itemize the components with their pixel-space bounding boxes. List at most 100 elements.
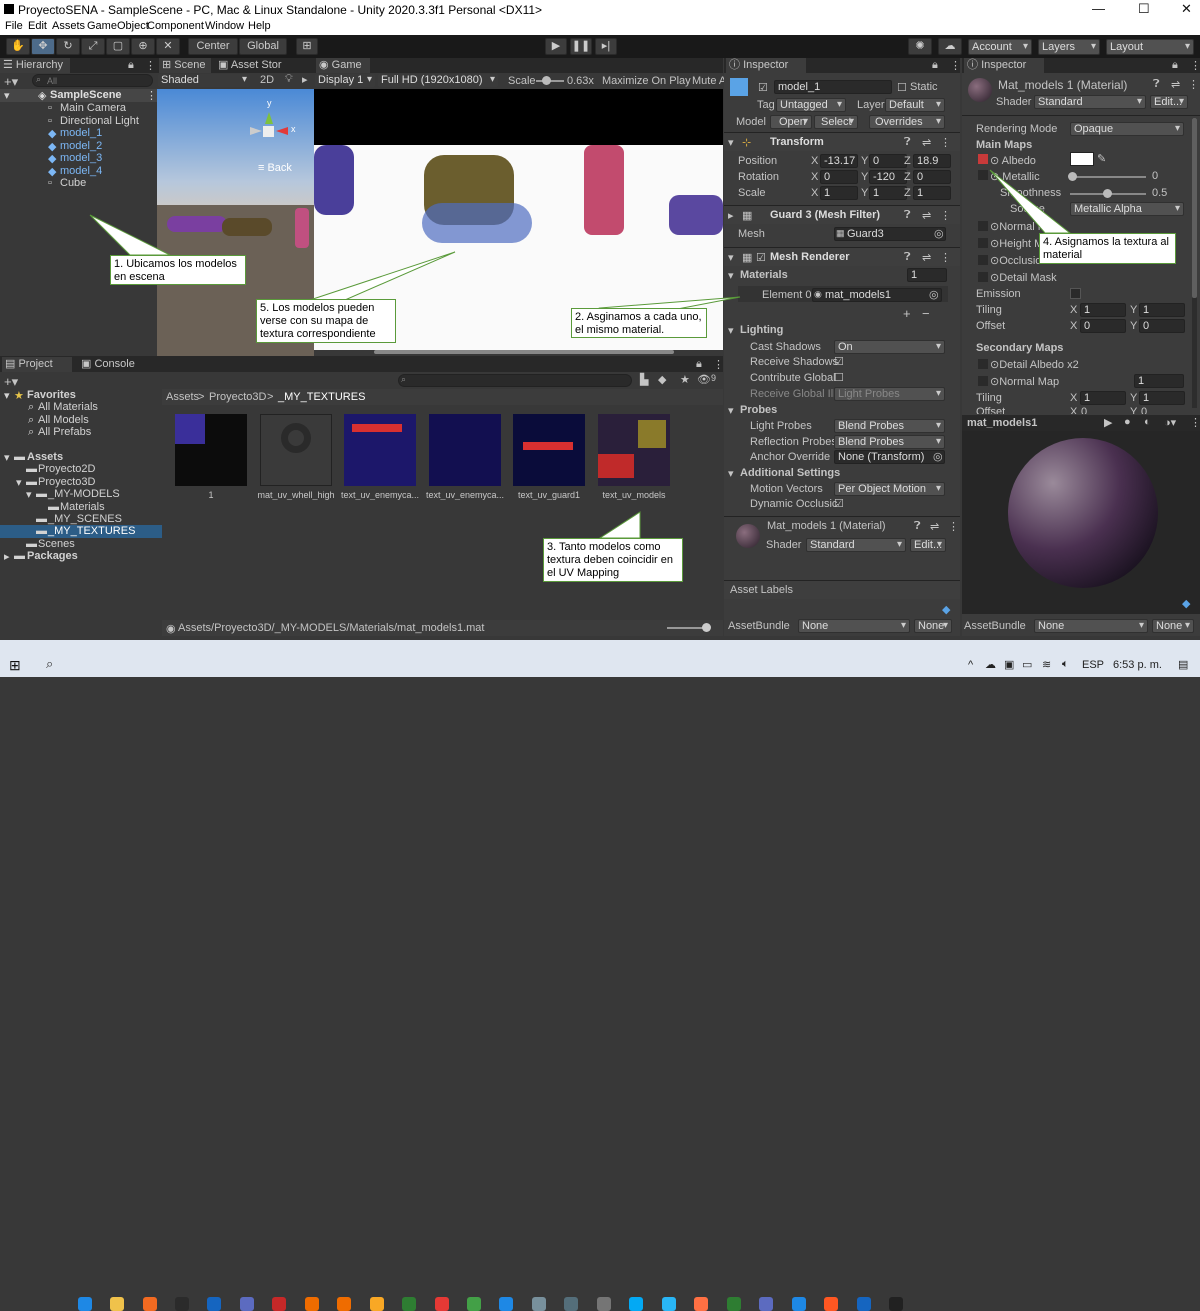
menu-component[interactable]: Component	[147, 20, 204, 32]
expand-arrow-icon[interactable]: ▾	[4, 451, 10, 464]
clock[interactable]: 6:53 p. m.	[1113, 659, 1162, 671]
asset-bundle-dropdown[interactable]: None	[798, 619, 910, 633]
asset-label[interactable]: 1	[169, 490, 253, 500]
hierarchy-item-model-2[interactable]: model_2	[60, 140, 102, 152]
rendering-mode-dropdown[interactable]: Opaque	[1070, 122, 1184, 136]
tiling-2-x-field[interactable]: 1	[1080, 391, 1126, 405]
filezilla-icon[interactable]	[272, 1297, 286, 1311]
lock-icon[interactable]: 🔒︎	[1172, 59, 1178, 72]
tree-favorites[interactable]: Favorites	[27, 389, 76, 401]
receive-shadows-checkbox[interactable]: ☑	[834, 355, 844, 368]
hand-tool-icon[interactable]: ✋	[6, 38, 30, 55]
dynamic-occlusion-checkbox[interactable]: ☑	[834, 497, 844, 510]
mesh-renderer-header[interactable]: ▾ ▦ ☑ Mesh Renderer ❓︎ ⇌ ⋮	[724, 247, 960, 266]
select-model-button[interactable]: Select	[814, 115, 858, 129]
asset-label[interactable]: text_uv_enemyca...	[423, 490, 507, 500]
tree-my-scenes[interactable]: _MY_SCENES	[48, 513, 122, 525]
breadcrumb-my-textures[interactable]: _MY_TEXTURES	[278, 391, 365, 403]
expand-arrow-icon[interactable]: ▾	[4, 89, 10, 102]
scale-slider-handle[interactable]	[542, 76, 551, 85]
detail-mask-slot[interactable]	[978, 272, 988, 282]
tree-my-models[interactable]: _MY-MODELS	[48, 488, 120, 500]
tree-fav-all-models[interactable]: All Models	[38, 414, 89, 426]
transform-header[interactable]: ▾ ⊹ Transform ❓︎ ⇌ ⋮	[724, 132, 960, 151]
asset-thumbnail[interactable]	[513, 414, 585, 486]
asset-thumbnail[interactable]	[344, 414, 416, 486]
layer-dropdown[interactable]: Default	[885, 98, 945, 112]
favorite-star-icon[interactable]: ★	[680, 373, 690, 386]
scale-x-field[interactable]: 1	[820, 186, 858, 200]
smoothness-slider-handle[interactable]	[1103, 189, 1112, 198]
search-icon[interactable]: ⌕	[46, 656, 53, 672]
contribute-gi-checkbox[interactable]: ☐	[834, 371, 844, 384]
eyedropper-icon[interactable]: ✎	[1097, 152, 1106, 165]
preview-mesh-icon[interactable]: ●	[1124, 416, 1131, 428]
unity-taskbar-icon[interactable]	[889, 1297, 903, 1311]
menu-assets[interactable]: Assets	[52, 20, 85, 32]
add-icon[interactable]: +▾	[4, 74, 18, 90]
tree-proyecto3d[interactable]: Proyecto3D	[38, 476, 95, 488]
maximize-on-play-toggle[interactable]: Maximize On Play	[602, 75, 691, 87]
inspector-scrollbar-thumb[interactable]	[1192, 118, 1197, 298]
windows-start-icon[interactable]: ⊞	[9, 657, 21, 674]
expand-arrow-icon[interactable]: ▾	[26, 488, 32, 501]
help-icon[interactable]: ❓︎	[904, 136, 911, 149]
more-icon[interactable]: ⋮	[950, 59, 961, 72]
enabled-checkbox[interactable]: ☑	[756, 251, 766, 264]
material-preview-area[interactable]: ◆	[962, 431, 1200, 614]
detail-albedo-slot[interactable]	[978, 359, 988, 369]
position-z-field[interactable]: 18.9	[913, 154, 951, 168]
minimize-button[interactable]: —	[1092, 1, 1105, 16]
resolution-dropdown[interactable]: Full HD (1920x1080)	[378, 74, 498, 87]
move-tool-icon[interactable]: ✥	[31, 38, 55, 55]
offset-2-x-value[interactable]: 0	[1081, 406, 1087, 414]
gizmo-center[interactable]	[263, 126, 274, 137]
tree-packages[interactable]: Packages	[27, 550, 78, 562]
grid-snap-icon[interactable]: ⊞	[296, 38, 318, 55]
add-element-icon[interactable]: +	[903, 306, 911, 321]
smoothness-value[interactable]: 0.5	[1152, 187, 1167, 199]
tray-icon[interactable]: ☁	[985, 658, 996, 671]
tab-game[interactable]: ◉ Game	[316, 58, 370, 73]
offset-2-y-value[interactable]: 0	[1141, 406, 1147, 414]
asset-thumbnail[interactable]	[175, 414, 247, 486]
material-thumbnail[interactable]	[260, 414, 332, 486]
lock-icon[interactable]: 🔒︎	[932, 59, 938, 72]
scale-tool-icon[interactable]: ⤢	[81, 38, 105, 55]
collapse-arrow-icon[interactable]: ▾	[728, 324, 734, 337]
object-picker-icon[interactable]: ◎	[933, 450, 943, 463]
scene-view-back-label[interactable]: ≡ Back	[258, 162, 292, 174]
app-icon[interactable]	[532, 1297, 546, 1311]
albedo-texture-slot[interactable]	[978, 154, 988, 164]
tree-assets[interactable]: Assets	[27, 451, 63, 463]
transform-tool-icon[interactable]: ⊕	[131, 38, 155, 55]
detail-normal-scale-field[interactable]: 1	[1134, 374, 1184, 388]
mail-icon[interactable]	[207, 1297, 221, 1311]
anchor-override-field[interactable]: None (Transform)	[834, 450, 945, 464]
tree-scenes[interactable]: Scenes	[38, 538, 75, 550]
element-0-field[interactable]: mat_models1	[812, 288, 942, 302]
breadcrumb-proyecto3d[interactable]: Proyecto3D	[209, 391, 266, 403]
battery-icon[interactable]: ▭	[1022, 658, 1032, 671]
volume-icon[interactable]: 🔈︎	[1062, 658, 1069, 671]
collapse-arrow-icon[interactable]: ▾	[728, 404, 734, 417]
app-icon[interactable]	[499, 1297, 513, 1311]
help-icon[interactable]: ❓︎	[904, 209, 911, 222]
component-menu-icon[interactable]: ⋮	[1188, 78, 1199, 91]
preview-light-icon[interactable]: ◐	[1144, 416, 1151, 428]
hierarchy-item-cube[interactable]: Cube	[60, 177, 86, 189]
collapse-arrow-icon[interactable]: ▾	[728, 467, 734, 480]
tab-inspector-2[interactable]: ⓘ Inspector	[964, 58, 1044, 73]
create-asset-icon[interactable]: +▾	[4, 374, 18, 390]
blender-icon[interactable]	[337, 1297, 351, 1311]
word-icon[interactable]	[857, 1297, 871, 1311]
store-icon[interactable]	[175, 1297, 189, 1311]
app-icon[interactable]	[143, 1297, 157, 1311]
position-y-field[interactable]: 0	[869, 154, 907, 168]
asset-bundle-variant-dropdown[interactable]: None	[914, 619, 952, 633]
emission-checkbox[interactable]	[1070, 288, 1081, 299]
hierarchy-item-model-1[interactable]: model_1	[60, 127, 102, 139]
static-checkbox[interactable]: ☐	[897, 81, 907, 94]
close-button[interactable]: ✕	[1181, 1, 1192, 17]
tree-fav-all-materials[interactable]: All Materials	[38, 401, 98, 413]
